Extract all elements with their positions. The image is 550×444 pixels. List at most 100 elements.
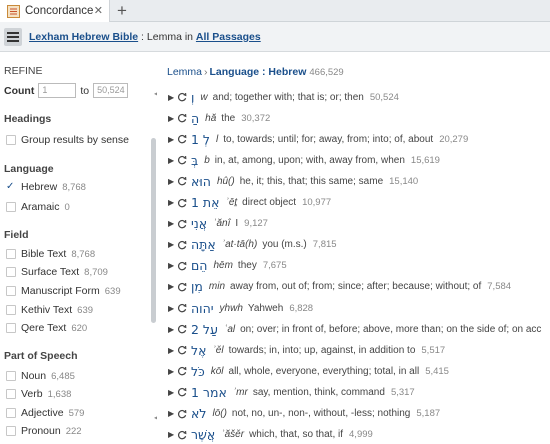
pos-title: Part of Speech: [4, 350, 78, 362]
result-row[interactable]: ▶ יהוה yhwh Yahweh 6,828: [168, 299, 313, 317]
cycle-icon[interactable]: [177, 430, 187, 440]
result-row[interactable]: ▶ אֶל ʾĕl towards; in, into; up, against, i…: [168, 341, 445, 359]
pos-option[interactable]: Verb 1,638: [6, 388, 71, 400]
result-row[interactable]: ▶ לֹא lō() not, no, un-, non-, without, -le…: [168, 405, 440, 423]
expand-arrow-icon[interactable]: ▶: [168, 261, 177, 270]
cycle-icon[interactable]: [177, 92, 187, 102]
transliteration: lō(): [212, 408, 227, 419]
field-option[interactable]: Qere Text 620: [6, 322, 87, 334]
pos-option[interactable]: Pronoun 222: [6, 425, 82, 437]
expand-arrow-icon[interactable]: ▶: [168, 177, 177, 186]
result-row[interactable]: ▶ הַ hă the 30,372: [168, 109, 270, 127]
expand-arrow-icon[interactable]: ▶: [168, 198, 177, 207]
hebrew-lemma[interactable]: אֵת 1: [191, 195, 220, 210]
pos-option[interactable]: Adjective 579: [6, 407, 84, 419]
cycle-icon[interactable]: [177, 240, 187, 250]
cycle-icon[interactable]: [177, 176, 187, 186]
hebrew-lemma[interactable]: אמר 1: [191, 385, 227, 400]
hebrew-lemma[interactable]: מִן: [191, 279, 203, 294]
hebrew-lemma[interactable]: לְ 1: [191, 132, 210, 147]
pos-option[interactable]: Noun 6,485: [6, 370, 75, 382]
close-icon[interactable]: ✕: [94, 4, 103, 17]
cycle-icon[interactable]: [177, 324, 187, 334]
hebrew-lemma[interactable]: עַל 2: [191, 322, 218, 337]
expand-arrow-icon[interactable]: ▶: [168, 135, 177, 144]
expand-arrow-icon[interactable]: ▶: [168, 304, 177, 313]
cycle-icon[interactable]: [177, 345, 187, 355]
hebrew-lemma[interactable]: בְּ: [191, 153, 198, 168]
hebrew-lemma[interactable]: הוּא: [191, 174, 211, 189]
result-row[interactable]: ▶ עַל 2 ʿal on; over; in front of, before; …: [168, 320, 547, 338]
cycle-icon[interactable]: [177, 409, 187, 419]
result-row[interactable]: ▶ וְ w and; together with; that is; or; the…: [168, 88, 399, 106]
cycle-icon[interactable]: [177, 282, 187, 292]
breadcrumb-root[interactable]: Lemma: [167, 66, 202, 78]
hebrew-lemma[interactable]: אֶל: [191, 343, 206, 358]
collapse-arrow-icon[interactable]: ◀: [154, 89, 157, 98]
group-by-sense-checkbox[interactable]: Group results by sense: [6, 134, 129, 146]
result-row[interactable]: ▶ מִן min away from, out of; from; since; a…: [168, 278, 511, 296]
hebrew-lemma[interactable]: אֲשֶׁר: [191, 427, 215, 442]
count-from-input[interactable]: 1: [38, 83, 77, 98]
gloss: say, mention, think, command: [252, 386, 385, 398]
resource-link[interactable]: Lexham Hebrew Bible: [29, 31, 138, 43]
cycle-icon[interactable]: [177, 261, 187, 271]
field-title: Field: [4, 229, 29, 241]
hebrew-lemma[interactable]: אַתָּה: [191, 237, 216, 252]
expand-arrow-icon[interactable]: ▶: [168, 93, 177, 102]
expand-arrow-icon[interactable]: ▶: [168, 409, 177, 418]
expand-arrow-icon[interactable]: ▶: [168, 156, 177, 165]
tab-concordance[interactable]: Concordance ✕: [0, 0, 110, 22]
range-link[interactable]: All Passages: [196, 31, 261, 43]
result-row[interactable]: ▶ אֵת 1 ʾēṯ direct object 10,977: [168, 194, 331, 212]
cycle-icon[interactable]: [177, 155, 187, 165]
field-option[interactable]: Surface Text 8,709: [6, 266, 108, 278]
hebrew-lemma[interactable]: לֹא: [191, 406, 206, 421]
language-option-hebrew[interactable]: ✓ Hebrew 8,768: [6, 181, 86, 193]
hebrew-lemma[interactable]: הַ: [191, 111, 199, 126]
result-row[interactable]: ▶ לְ 1 l to, towards; until; for; away, fro…: [168, 130, 468, 148]
expand-arrow-icon[interactable]: ▶: [168, 346, 177, 355]
expand-arrow-icon[interactable]: ▶: [168, 430, 177, 439]
result-row[interactable]: ▶ אֲשֶׁר ʾăšĕr which, that, so that, if 4,99…: [168, 426, 373, 444]
result-row[interactable]: ▶ אמר 1 ʾmr say, mention, think, command 5,3…: [168, 383, 415, 401]
expand-arrow-icon[interactable]: ▶: [168, 325, 177, 334]
collapse-arrow-icon[interactable]: ◀: [154, 413, 157, 422]
hebrew-lemma[interactable]: הֵם: [191, 258, 207, 273]
result-row[interactable]: ▶ אַתָּה ʾat·tā(h) you (m.s.) 7,815: [168, 236, 337, 254]
cycle-icon[interactable]: [177, 303, 187, 313]
result-row[interactable]: ▶ כֹּל kōl all, whole, everyone, everything…: [168, 362, 449, 380]
expand-arrow-icon[interactable]: ▶: [168, 219, 177, 228]
hebrew-lemma[interactable]: יהוה: [191, 301, 214, 316]
hit-count: 5,517: [421, 344, 446, 356]
hebrew-lemma[interactable]: כֹּל: [191, 364, 205, 379]
sidebar-scrollbar[interactable]: [151, 138, 156, 323]
cycle-icon[interactable]: [177, 366, 187, 376]
field-option[interactable]: Bible Text 8,768: [6, 248, 95, 260]
expand-arrow-icon[interactable]: ▶: [168, 240, 177, 249]
panel-menu-button[interactable]: [4, 28, 22, 46]
result-row[interactable]: ▶ אֲנִי ʾănî I 9,127: [168, 215, 268, 233]
result-row[interactable]: ▶ הוּא hû() he, it; this, that; this same; …: [168, 172, 418, 190]
cycle-icon[interactable]: [177, 113, 187, 123]
hebrew-lemma[interactable]: אֲנִי: [191, 216, 207, 231]
language-option-aramaic[interactable]: Aramaic 0: [6, 201, 70, 213]
field-option[interactable]: Kethiv Text 639: [6, 304, 93, 316]
result-row[interactable]: ▶ בְּ b in, at, among, upon; with, away fro…: [168, 151, 440, 169]
result-row[interactable]: ▶ הֵם hēm they 7,675: [168, 257, 287, 275]
hebrew-lemma[interactable]: וְ: [191, 90, 194, 105]
expand-arrow-icon[interactable]: ▶: [168, 114, 177, 123]
transliteration: ʾĕl: [212, 344, 224, 356]
cycle-icon[interactable]: [177, 198, 187, 208]
field-label: Kethiv Text: [21, 304, 73, 316]
new-tab-button[interactable]: +: [117, 1, 127, 21]
cycle-icon[interactable]: [177, 387, 187, 397]
expand-arrow-icon[interactable]: ▶: [168, 367, 177, 376]
cycle-icon[interactable]: [177, 134, 187, 144]
expand-arrow-icon[interactable]: ▶: [168, 388, 177, 397]
field-option[interactable]: Manuscript Form 639: [6, 285, 121, 297]
hit-count: 10,977: [302, 197, 332, 208]
expand-arrow-icon[interactable]: ▶: [168, 282, 177, 291]
cycle-icon[interactable]: [177, 219, 187, 229]
count-to-input[interactable]: 50,524: [93, 83, 129, 98]
